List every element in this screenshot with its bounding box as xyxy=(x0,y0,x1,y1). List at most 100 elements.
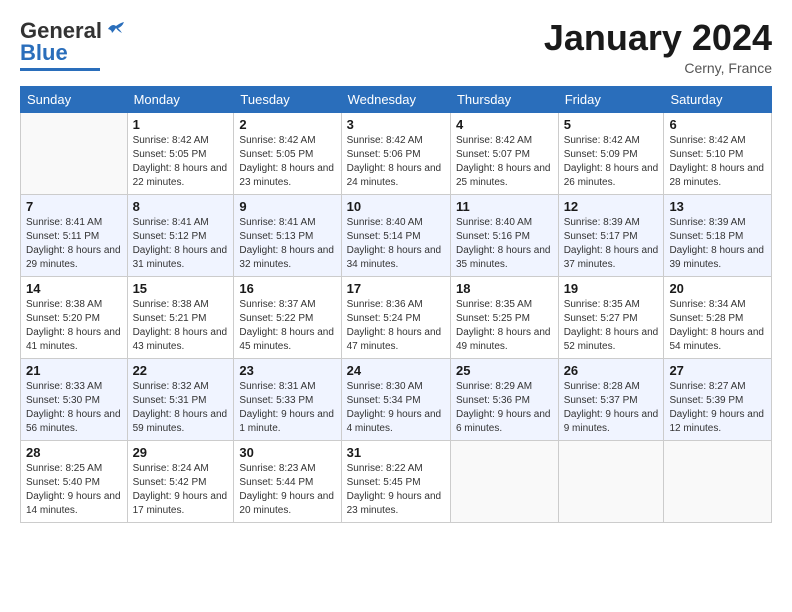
day-detail: Sunrise: 8:23 AMSunset: 5:44 PMDaylight:… xyxy=(239,462,335,518)
table-row: 2 Sunrise: 8:42 AMSunset: 5:05 PMDaylight… xyxy=(234,112,341,194)
day-detail: Sunrise: 8:25 AMSunset: 5:40 PMDaylight:… xyxy=(26,462,122,518)
col-monday: Monday xyxy=(127,86,234,112)
day-detail: Sunrise: 8:36 AMSunset: 5:24 PMDaylight:… xyxy=(347,298,445,354)
day-detail: Sunrise: 8:38 AMSunset: 5:20 PMDaylight:… xyxy=(26,298,122,354)
day-number: 8 xyxy=(133,199,229,214)
col-sunday: Sunday xyxy=(21,86,128,112)
day-detail: Sunrise: 8:40 AMSunset: 5:14 PMDaylight:… xyxy=(347,216,445,272)
day-number: 28 xyxy=(26,445,122,460)
table-row: 8 Sunrise: 8:41 AMSunset: 5:12 PMDaylight… xyxy=(127,194,234,276)
table-row: 26 Sunrise: 8:28 AMSunset: 5:37 PMDayligh… xyxy=(558,358,664,440)
day-number: 25 xyxy=(456,363,553,378)
col-friday: Friday xyxy=(558,86,664,112)
day-number: 18 xyxy=(456,281,553,296)
day-detail: Sunrise: 8:37 AMSunset: 5:22 PMDaylight:… xyxy=(239,298,335,354)
table-row: 20 Sunrise: 8:34 AMSunset: 5:28 PMDayligh… xyxy=(664,276,772,358)
table-row: 30Sunrise: 8:23 AMSunset: 5:44 PMDayligh… xyxy=(234,440,341,522)
day-detail: Sunrise: 8:41 AMSunset: 5:12 PMDaylight:… xyxy=(133,216,229,272)
col-saturday: Saturday xyxy=(664,86,772,112)
day-detail: Sunrise: 8:41 AMSunset: 5:11 PMDaylight:… xyxy=(26,216,122,272)
day-number: 4 xyxy=(456,117,553,132)
calendar-week-row: 1 Sunrise: 8:42 AMSunset: 5:05 PMDaylight… xyxy=(21,112,772,194)
day-detail: Sunrise: 8:27 AMSunset: 5:39 PMDaylight:… xyxy=(669,380,766,436)
table-row: 4 Sunrise: 8:42 AMSunset: 5:07 PMDaylight… xyxy=(450,112,558,194)
table-row: 19Sunrise: 8:35 AMSunset: 5:27 PMDayligh… xyxy=(558,276,664,358)
table-row: 10 Sunrise: 8:40 AMSunset: 5:14 PMDayligh… xyxy=(341,194,450,276)
day-number: 11 xyxy=(456,199,553,214)
day-number: 27 xyxy=(669,363,766,378)
table-row: 23 Sunrise: 8:31 AMSunset: 5:33 PMDayligh… xyxy=(234,358,341,440)
day-number: 9 xyxy=(239,199,335,214)
day-number: 1 xyxy=(133,117,229,132)
table-row: 15Sunrise: 8:38 AMSunset: 5:21 PMDayligh… xyxy=(127,276,234,358)
col-thursday: Thursday xyxy=(450,86,558,112)
table-row: 31 Sunrise: 8:22 AMSunset: 5:45 PMDayligh… xyxy=(341,440,450,522)
day-number: 20 xyxy=(669,281,766,296)
table-row: 16 Sunrise: 8:37 AMSunset: 5:22 PMDayligh… xyxy=(234,276,341,358)
day-detail: Sunrise: 8:30 AMSunset: 5:34 PMDaylight:… xyxy=(347,380,445,436)
day-detail: Sunrise: 8:32 AMSunset: 5:31 PMDaylight:… xyxy=(133,380,229,436)
day-number: 22 xyxy=(133,363,229,378)
table-row: 3Sunrise: 8:42 AMSunset: 5:06 PMDaylight… xyxy=(341,112,450,194)
page: General Blue January 2024 Cerny, France … xyxy=(0,0,792,533)
table-row: 25Sunrise: 8:29 AMSunset: 5:36 PMDayligh… xyxy=(450,358,558,440)
table-row: 24 Sunrise: 8:30 AMSunset: 5:34 PMDayligh… xyxy=(341,358,450,440)
table-row xyxy=(664,440,772,522)
day-number: 31 xyxy=(347,445,445,460)
table-row: 17Sunrise: 8:36 AMSunset: 5:24 PMDayligh… xyxy=(341,276,450,358)
table-row xyxy=(21,112,128,194)
day-detail: Sunrise: 8:22 AMSunset: 5:45 PMDaylight:… xyxy=(347,462,445,518)
day-number: 3 xyxy=(347,117,445,132)
calendar-week-row: 7 Sunrise: 8:41 AMSunset: 5:11 PMDaylight… xyxy=(21,194,772,276)
table-row: 5 Sunrise: 8:42 AMSunset: 5:09 PMDaylight… xyxy=(558,112,664,194)
month-title: January 2024 xyxy=(544,18,772,58)
day-number: 15 xyxy=(133,281,229,296)
day-detail: Sunrise: 8:42 AMSunset: 5:05 PMDaylight:… xyxy=(133,134,229,190)
table-row: 18Sunrise: 8:35 AMSunset: 5:25 PMDayligh… xyxy=(450,276,558,358)
day-detail: Sunrise: 8:42 AMSunset: 5:09 PMDaylight:… xyxy=(564,134,659,190)
logo-blue-text: Blue xyxy=(20,40,68,66)
day-number: 10 xyxy=(347,199,445,214)
header: General Blue January 2024 Cerny, France xyxy=(20,18,772,76)
table-row: 9Sunrise: 8:41 AMSunset: 5:13 PMDaylight… xyxy=(234,194,341,276)
day-detail: Sunrise: 8:39 AMSunset: 5:18 PMDaylight:… xyxy=(669,216,766,272)
day-number: 16 xyxy=(239,281,335,296)
table-row: 12Sunrise: 8:39 AMSunset: 5:17 PMDayligh… xyxy=(558,194,664,276)
day-number: 29 xyxy=(133,445,229,460)
calendar-week-row: 21 Sunrise: 8:33 AMSunset: 5:30 PMDayligh… xyxy=(21,358,772,440)
location: Cerny, France xyxy=(544,60,772,76)
logo: General Blue xyxy=(20,18,126,71)
day-detail: Sunrise: 8:28 AMSunset: 5:37 PMDaylight:… xyxy=(564,380,659,436)
title-block: January 2024 Cerny, France xyxy=(544,18,772,76)
table-row: 27 Sunrise: 8:27 AMSunset: 5:39 PMDayligh… xyxy=(664,358,772,440)
day-detail: Sunrise: 8:33 AMSunset: 5:30 PMDaylight:… xyxy=(26,380,122,436)
day-detail: Sunrise: 8:34 AMSunset: 5:28 PMDaylight:… xyxy=(669,298,766,354)
table-row: 22 Sunrise: 8:32 AMSunset: 5:31 PMDayligh… xyxy=(127,358,234,440)
table-row: 7 Sunrise: 8:41 AMSunset: 5:11 PMDaylight… xyxy=(21,194,128,276)
table-row: 11 Sunrise: 8:40 AMSunset: 5:16 PMDayligh… xyxy=(450,194,558,276)
day-number: 24 xyxy=(347,363,445,378)
calendar-week-row: 28 Sunrise: 8:25 AMSunset: 5:40 PMDayligh… xyxy=(21,440,772,522)
day-number: 19 xyxy=(564,281,659,296)
day-number: 2 xyxy=(239,117,335,132)
day-number: 26 xyxy=(564,363,659,378)
table-row: 29Sunrise: 8:24 AMSunset: 5:42 PMDayligh… xyxy=(127,440,234,522)
day-detail: Sunrise: 8:31 AMSunset: 5:33 PMDaylight:… xyxy=(239,380,335,436)
calendar-week-row: 14Sunrise: 8:38 AMSunset: 5:20 PMDayligh… xyxy=(21,276,772,358)
calendar: Sunday Monday Tuesday Wednesday Thursday… xyxy=(20,86,772,523)
table-row xyxy=(558,440,664,522)
logo-bird-icon xyxy=(106,21,126,37)
day-number: 7 xyxy=(26,199,122,214)
day-number: 5 xyxy=(564,117,659,132)
table-row xyxy=(450,440,558,522)
table-row: 1 Sunrise: 8:42 AMSunset: 5:05 PMDaylight… xyxy=(127,112,234,194)
day-number: 21 xyxy=(26,363,122,378)
day-detail: Sunrise: 8:42 AMSunset: 5:07 PMDaylight:… xyxy=(456,134,553,190)
day-detail: Sunrise: 8:39 AMSunset: 5:17 PMDaylight:… xyxy=(564,216,659,272)
day-number: 23 xyxy=(239,363,335,378)
day-detail: Sunrise: 8:42 AMSunset: 5:05 PMDaylight:… xyxy=(239,134,335,190)
calendar-header-row: Sunday Monday Tuesday Wednesday Thursday… xyxy=(21,86,772,112)
col-wednesday: Wednesday xyxy=(341,86,450,112)
day-detail: Sunrise: 8:40 AMSunset: 5:16 PMDaylight:… xyxy=(456,216,553,272)
table-row: 14Sunrise: 8:38 AMSunset: 5:20 PMDayligh… xyxy=(21,276,128,358)
